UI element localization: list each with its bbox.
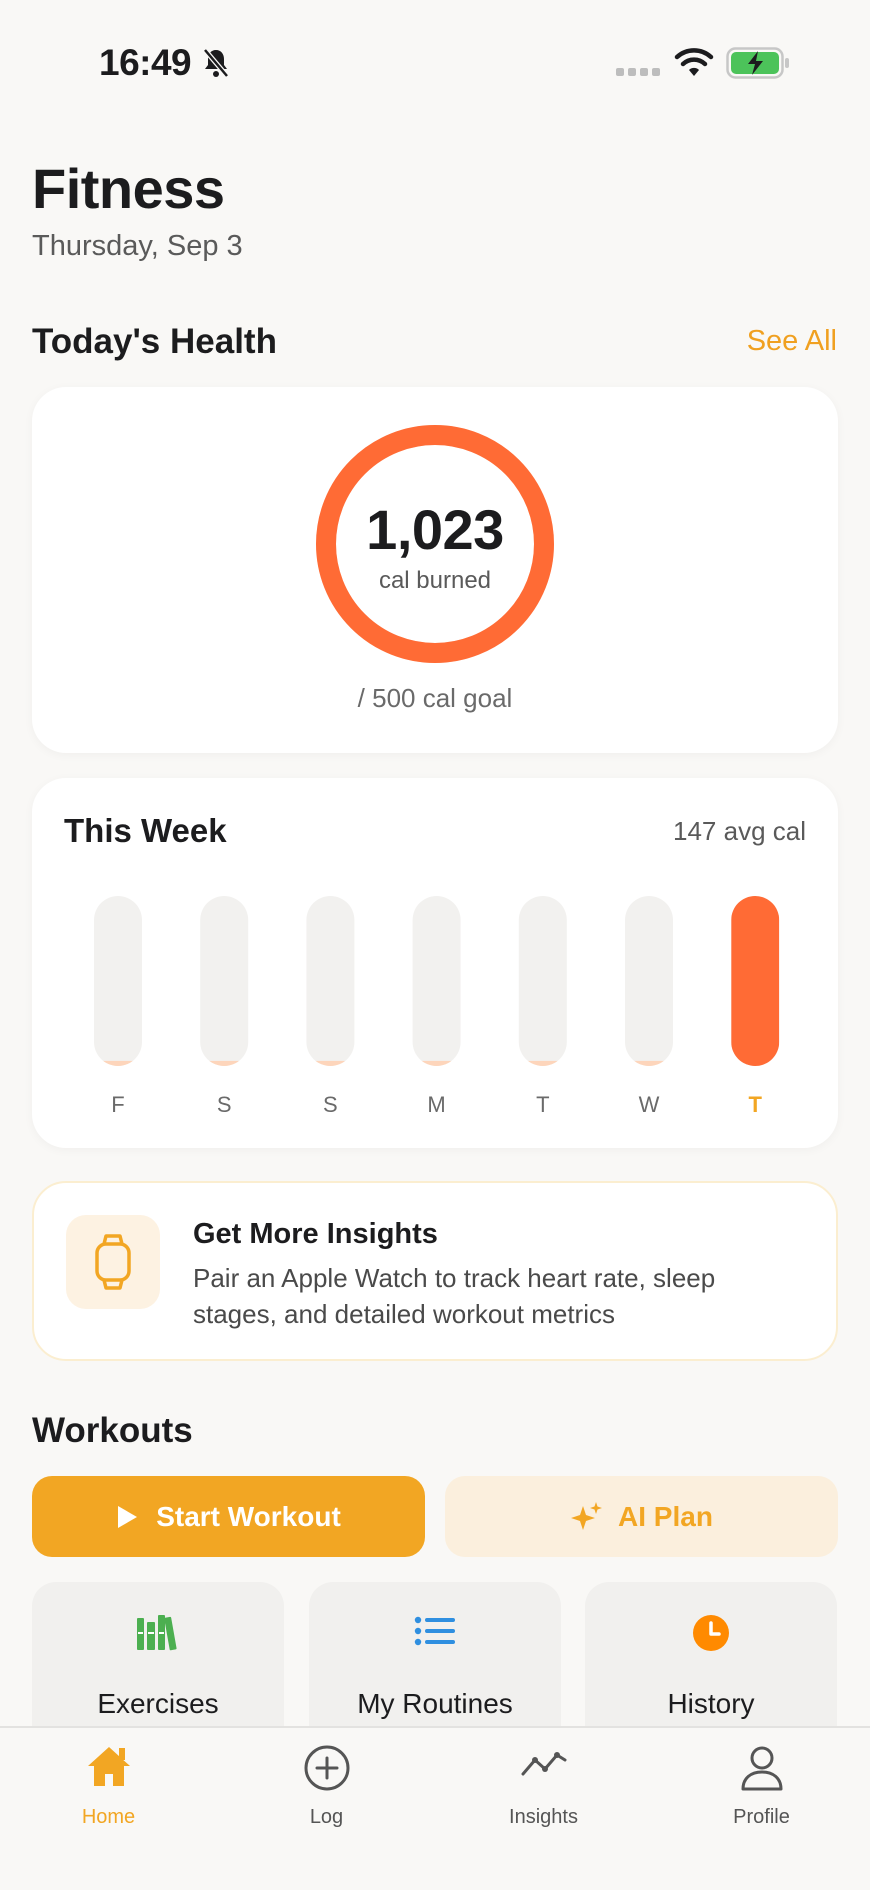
week-bar-track [412,896,461,1066]
week-bar[interactable] [625,1060,673,1066]
insights-card[interactable]: Get More Insights Pair an Apple Watch to… [32,1181,838,1361]
tab-profile[interactable]: Profile [653,1728,870,1848]
clock-icon [693,1615,729,1651]
tab-home[interactable]: Home [0,1728,217,1848]
battery-charging-icon [726,47,789,79]
week-bar-track [306,896,355,1066]
see-all-link[interactable]: See All [747,325,837,358]
chart-line-icon [521,1752,566,1776]
home-icon [87,1747,130,1786]
list-icon [414,1616,455,1646]
week-day-label: M [427,1092,445,1117]
week-bar-track [200,896,249,1066]
week-day-label: T [536,1092,549,1117]
watch-icon [95,1234,131,1290]
week-bar[interactable] [306,1060,355,1066]
exercises-label: Exercises [97,1688,219,1719]
start-workout-label: Start Workout [156,1500,341,1532]
page-title: Fitness [32,157,225,220]
page-date: Thursday, Sep 3 [32,230,243,262]
plus-circle-icon [304,1745,349,1791]
week-bar[interactable] [731,896,780,1066]
status-bar: 16:49 [0,0,870,120]
tab-home-label: Home [81,1806,136,1828]
week-bar[interactable] [200,1060,249,1066]
calories-burned-value: 1,023 [366,498,504,561]
health-card[interactable]: 1,023 cal burned / 500 cal goal [32,387,838,753]
calories-burned-label: cal burned [378,567,492,594]
signal-icon [616,68,660,76]
play-icon [118,1505,138,1528]
ai-plan-label: AI Plan [618,1500,713,1532]
week-day-label: S [217,1092,232,1117]
status-time: 16:49 [99,42,192,83]
week-bar[interactable] [518,1060,567,1066]
week-bar-track [94,896,142,1066]
tab-profile-label: Profile [733,1806,790,1828]
start-workout-button[interactable]: Start Workout [32,1476,425,1557]
insight-title: Get More Insights [193,1218,438,1250]
tab-insights-label: Insights [509,1806,578,1828]
week-bar-track [625,896,673,1066]
week-bar-track [518,896,567,1066]
week-day-label: W [639,1092,660,1117]
week-bar[interactable] [412,1060,461,1066]
week-day-label: T [748,1092,762,1117]
person-icon [741,1746,782,1791]
tab-log-label: Log [309,1806,344,1828]
books-icon [137,1615,177,1651]
bell-slash-icon [203,48,229,78]
workouts-section-title: Workouts [32,1411,193,1450]
insight-body: Pair an Apple Watch to track heart rate,… [193,1263,716,1329]
wifi-icon [674,48,714,76]
tab-insights[interactable]: Insights [435,1728,652,1848]
week-bar-chart: FSSMTWT [94,896,780,1117]
history-label: History [667,1688,755,1719]
sparkles-icon [571,1501,603,1530]
week-day-label: F [111,1092,124,1117]
week-bar[interactable] [94,1060,142,1066]
tab-bar: Home Log Insights Profile [0,1726,870,1890]
health-section-title: Today's Health [32,322,277,361]
week-day-label: S [323,1092,338,1117]
insight-icon-box [66,1215,160,1309]
my-routines-label: My Routines [357,1688,513,1719]
ai-plan-button[interactable]: AI Plan [445,1476,838,1557]
tab-log[interactable]: Log [218,1728,435,1848]
calorie-goal: / 500 cal goal [357,683,513,713]
week-card[interactable]: This Week 147 avg cal FSSMTWT [32,778,838,1148]
